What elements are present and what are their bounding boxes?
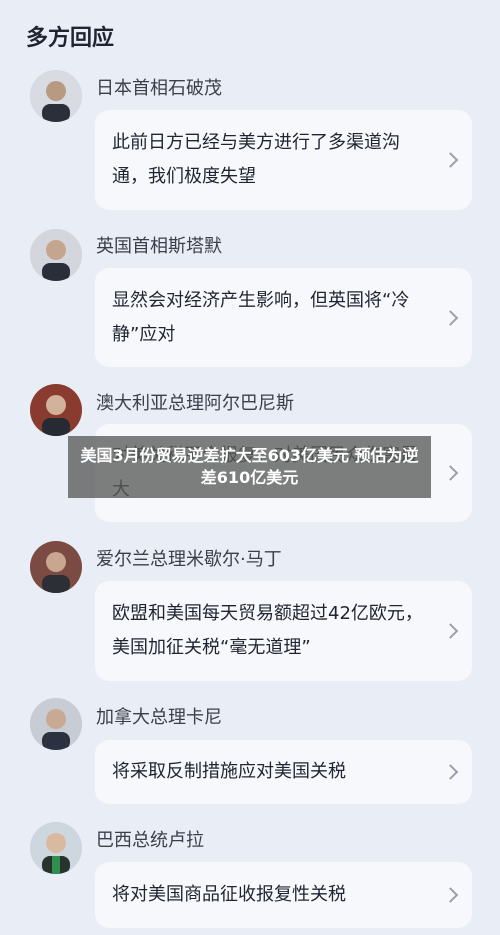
- news-caption-overlay: 美国3月份贸易逆差扩大至603亿美元 预估为逆差610亿美元: [68, 436, 431, 498]
- quote-card[interactable]: 此前日方已经与美方进行了多渠道沟通，我们极度失望: [95, 110, 472, 210]
- speaker-name: 巴西总统卢拉: [96, 830, 204, 851]
- quote-text: 欧盟和美国每天贸易额超过42亿欧元，美国加征关税“毫无道理”: [112, 603, 423, 658]
- quote-card[interactable]: 显然会对经济产生影响，但英国将“冷静”应对: [95, 268, 472, 367]
- person-avatar-icon: [30, 70, 82, 122]
- speaker-name: 加拿大总理卡尼: [96, 707, 222, 728]
- quote-card[interactable]: 将对美国商品征收报复性关税: [95, 862, 472, 928]
- quote-text: 此前日方已经与美方进行了多渠道沟通，我们极度失望: [112, 132, 400, 187]
- quote-text: 将采取反制措施应对美国关税: [112, 761, 346, 782]
- speaker-name: 爱尔兰总理米歇尔·马丁: [96, 549, 282, 570]
- section-title: 多方回应: [26, 26, 115, 51]
- person-avatar-icon: [30, 541, 82, 593]
- quote-card[interactable]: 欧盟和美国每天贸易额超过42亿欧元，美国加征关税“毫无道理”: [95, 581, 472, 681]
- person-avatar-icon: [30, 229, 82, 281]
- quote-text: 显然会对经济产生影响，但英国将“冷静”应对: [112, 289, 410, 345]
- chevron-right-icon: [442, 887, 459, 903]
- chevron-right-icon: [442, 764, 459, 780]
- chevron-right-icon: [442, 309, 459, 326]
- chevron-right-icon: [442, 152, 459, 168]
- speaker-name: 澳大利亚总理阿尔巴尼斯: [96, 393, 294, 414]
- person-avatar-icon: [30, 822, 82, 874]
- chevron-right-icon: [442, 623, 459, 639]
- speaker-name: 日本首相石破茂: [96, 78, 222, 99]
- chevron-right-icon: [442, 465, 459, 481]
- quote-text: 将对美国商品征收报复性关税: [112, 884, 346, 905]
- quote-card[interactable]: 将采取反制措施应对美国关税: [95, 740, 472, 804]
- speaker-name: 英国首相斯塔默: [96, 236, 222, 257]
- person-avatar-icon: [30, 698, 82, 750]
- person-avatar-icon: [30, 384, 82, 436]
